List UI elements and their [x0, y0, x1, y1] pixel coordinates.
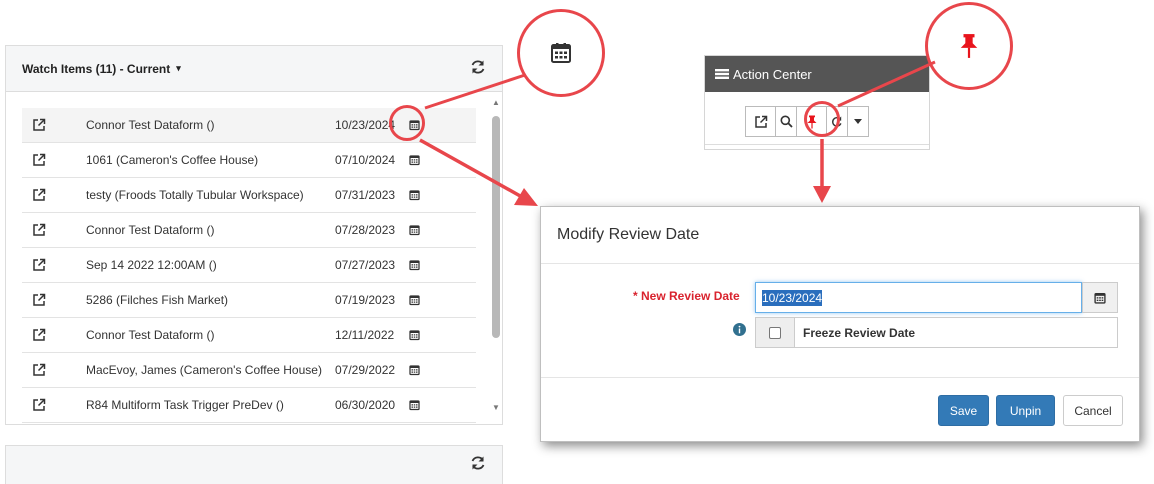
external-link-icon[interactable] [32, 188, 46, 202]
watch-items-title: Watch Items (11) - Current [22, 61, 171, 76]
calendar-icon[interactable] [409, 224, 420, 236]
watch-item-name: Connor Test Dataform () [86, 328, 215, 342]
info-icon[interactable] [733, 323, 746, 336]
highlight-circle-calendar [389, 105, 425, 141]
action-center-title: Action Center [733, 66, 812, 82]
table-row[interactable]: Sep 14 2022 12:00AM () 07/27/2023 [22, 248, 476, 283]
scrollbar[interactable]: ▲ ▼ [492, 98, 500, 418]
external-link-icon[interactable] [32, 223, 46, 237]
calendar-icon[interactable] [409, 154, 420, 166]
modify-review-date-modal: Modify Review Date * New Review Date 10/… [540, 206, 1140, 442]
scroll-down-arrow-icon[interactable]: ▼ [492, 403, 500, 412]
highlight-circle-pin [804, 101, 840, 137]
table-row[interactable]: Connor Test Dataform () 07/28/2023 [22, 213, 476, 248]
zoom-callout-pin [925, 2, 1013, 90]
open-external-button[interactable] [745, 106, 776, 137]
external-link-icon[interactable] [32, 293, 46, 307]
watch-item-date: 12/11/2022 [335, 328, 395, 342]
calendar-icon [551, 43, 571, 63]
watch-item-date: 10/23/2024 [335, 118, 396, 132]
watch-item-date: 07/31/2023 [335, 188, 396, 202]
watch-item-date: 07/27/2023 [335, 258, 396, 272]
calendar-icon[interactable] [409, 259, 420, 271]
calendar-icon[interactable] [409, 189, 420, 201]
table-row[interactable]: 5286 (Filches Fish Market) 07/19/2023 [22, 283, 476, 318]
scroll-up-arrow-icon[interactable]: ▲ [492, 98, 500, 107]
external-link-icon[interactable] [32, 153, 46, 167]
bars-icon [715, 69, 729, 79]
freeze-review-date-label: Freeze Review Date [794, 317, 1118, 348]
new-review-date-input[interactable]: 10/23/2024 [755, 282, 1082, 313]
external-link-icon[interactable] [32, 118, 46, 132]
caret-down-icon [854, 119, 862, 124]
watch-item-name: MacEvoy, James (Cameron's Coffee House) [86, 363, 322, 377]
watch-item-date: 07/10/2024 [335, 153, 396, 167]
calendar-icon[interactable] [409, 399, 420, 411]
watch-items-header[interactable]: Watch Items (11) - Current ▾ [6, 46, 502, 92]
watch-item-name: testy (Froods Totally Tubular Workspace) [86, 188, 304, 202]
watch-item-date: 06/30/2020 [335, 398, 396, 412]
search-icon [780, 115, 793, 128]
zoom-callout-calendar [517, 9, 605, 97]
external-link-icon[interactable] [32, 328, 46, 342]
table-row[interactable]: R84 Multiform Task Trigger PreDev () 06/3… [22, 388, 476, 423]
action-center-header: Action Center [705, 56, 929, 92]
calendar-icon[interactable] [409, 294, 420, 306]
more-actions-dropdown[interactable] [847, 106, 869, 137]
watch-items-panel: Watch Items (11) - Current ▾ Connor Test… [5, 45, 503, 425]
scrollbar-thumb[interactable] [492, 116, 500, 338]
calendar-icon[interactable] [409, 329, 420, 341]
watch-item-name: Connor Test Dataform () [86, 118, 215, 132]
table-row[interactable]: MacEvoy, James (Cameron's Coffee House) 0… [22, 353, 476, 388]
watch-item-name: Connor Test Dataform () [86, 223, 215, 237]
cancel-button[interactable]: Cancel [1063, 395, 1123, 426]
secondary-panel-header [5, 445, 503, 484]
refresh-icon[interactable] [468, 453, 488, 473]
table-row[interactable]: 1061 (Cameron's Coffee House) 07/10/2024 [22, 143, 476, 178]
calendar-picker-button[interactable] [1082, 282, 1118, 313]
divider [541, 377, 1139, 378]
save-button[interactable]: Save [938, 395, 989, 426]
search-button[interactable] [775, 106, 797, 137]
external-link-icon[interactable] [32, 398, 46, 412]
watch-item-date: 07/29/2022 [335, 363, 396, 377]
external-link-icon[interactable] [32, 363, 46, 377]
modal-title: Modify Review Date [541, 207, 1139, 264]
refresh-icon[interactable] [468, 57, 488, 77]
divider [705, 144, 929, 145]
watch-item-date: 07/28/2023 [335, 223, 396, 237]
watch-items-list: Connor Test Dataform () 10/23/2024 1061 (C… [22, 108, 476, 423]
watch-item-date: 07/19/2023 [335, 293, 396, 307]
freeze-review-date-checkbox[interactable] [769, 326, 781, 339]
table-row[interactable]: testy (Froods Totally Tubular Workspace)… [22, 178, 476, 213]
pin-icon [960, 34, 978, 58]
watch-item-name: 1061 (Cameron's Coffee House) [86, 153, 259, 167]
external-link-icon[interactable] [32, 258, 46, 272]
external-link-icon [754, 115, 767, 128]
dropdown-caret-icon[interactable]: ▾ [176, 63, 181, 74]
unpin-button[interactable]: Unpin [996, 395, 1055, 426]
watch-item-name: 5286 (Filches Fish Market) [86, 293, 229, 307]
freeze-review-date-checkbox-wrap [755, 317, 795, 348]
watch-item-name: R84 Multiform Task Trigger PreDev () [86, 398, 284, 412]
watch-item-name: Sep 14 2022 12:00AM () [86, 258, 217, 272]
new-review-date-value: 10/23/2024 [762, 289, 823, 306]
calendar-icon [1094, 292, 1106, 304]
calendar-icon[interactable] [409, 364, 420, 376]
table-row[interactable]: Connor Test Dataform () 12/11/2022 [22, 318, 476, 353]
new-review-date-label: * New Review Date [633, 289, 740, 303]
